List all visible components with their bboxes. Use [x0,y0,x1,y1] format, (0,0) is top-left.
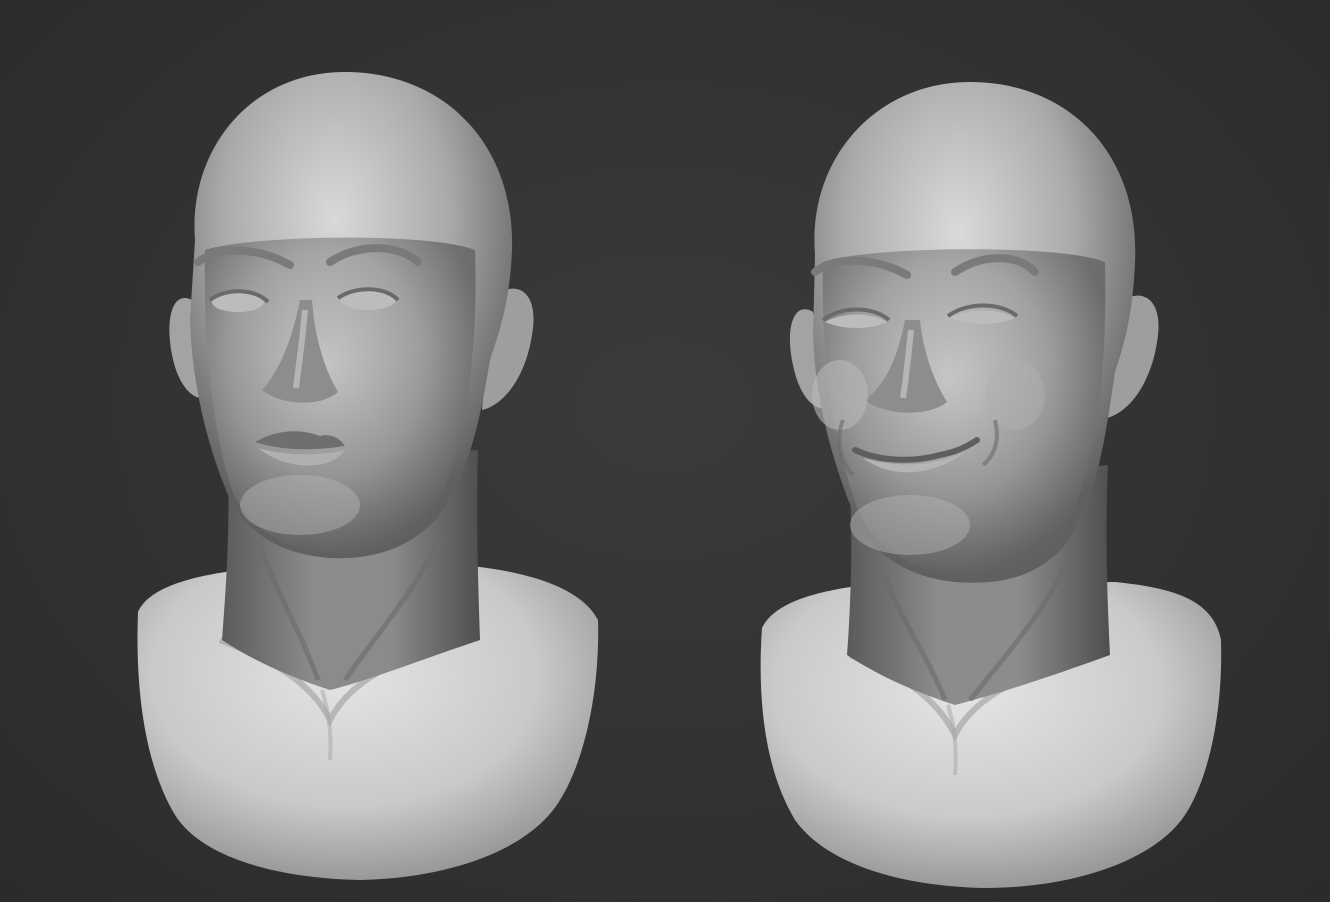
sculpt-bust-neutral [0,0,665,902]
bust-neutral-drawing [137,72,599,880]
sculpt-bust-smile [665,0,1330,902]
chin [850,495,970,555]
render-viewport [0,0,1330,902]
chin [240,475,360,535]
bust-smile-drawing [760,82,1222,888]
cheek-left [812,360,868,430]
cheek-right [985,360,1045,430]
